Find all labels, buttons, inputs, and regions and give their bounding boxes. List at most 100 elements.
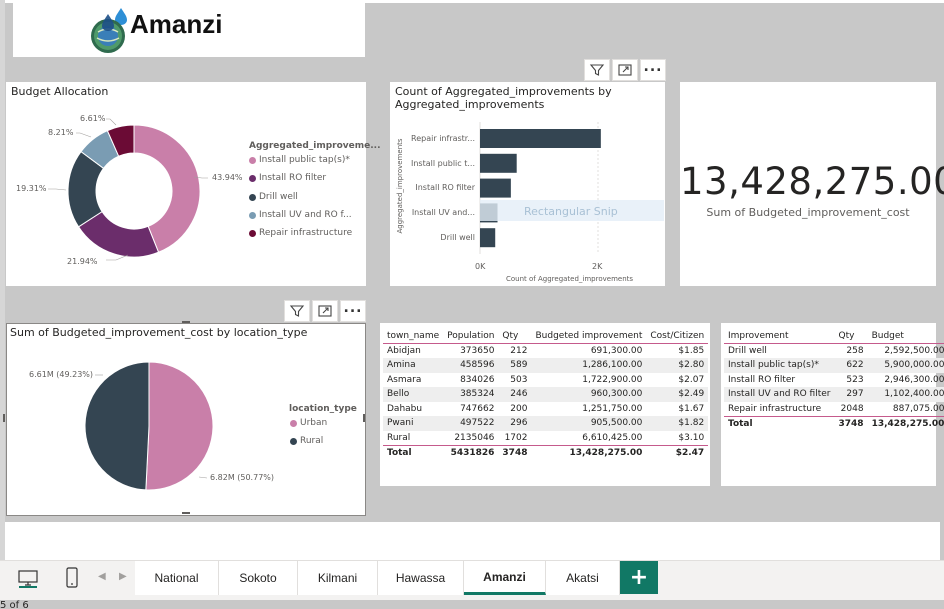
column-header[interactable]: Qty	[498, 329, 532, 344]
legend-label: Rural	[300, 436, 324, 446]
cell: Install UV and RO filter	[724, 387, 835, 402]
column-header[interactable]: Qty	[834, 329, 868, 344]
legend-item[interactable]: Install UV and RO f...	[249, 210, 352, 220]
bar[interactable]	[480, 153, 517, 173]
bar[interactable]	[480, 228, 496, 248]
cell: 13,428,275.00	[867, 415, 944, 431]
cell: $2.07	[678, 374, 705, 385]
improvement-table: Improvement Qty Budget Drill well 258 2,59…	[724, 329, 944, 431]
desktop-layout-icon[interactable]	[14, 565, 42, 591]
table-row[interactable]: Pwani 497522 296 905,500.00 $1.82	[383, 416, 709, 431]
kpi-value: 13,428,275.00	[680, 160, 944, 203]
table-row[interactable]: Drill well 258 2,592,500.00	[724, 344, 944, 359]
logo-title: Amanzi	[130, 9, 223, 39]
cell: Bello	[383, 387, 444, 402]
legend-item[interactable]: Urban	[290, 418, 327, 428]
cell: $2.49	[646, 387, 709, 402]
budget-pct-label: 43.94%	[212, 173, 243, 182]
bar[interactable]	[480, 129, 601, 148]
table-row[interactable]: Install UV and RO filter 297 1,102,400.00	[724, 387, 944, 402]
location-type-card[interactable]: Sum of Budgeted_improvement_cost by loca…	[3, 321, 366, 516]
bar-category-label: Install RO filter	[415, 183, 475, 192]
table-row[interactable]: Rural 2135046 1702 6,610,425.00 $3.10	[383, 431, 708, 446]
tab-scroll-left-icon[interactable]: ◀	[98, 571, 106, 582]
mobile-layout-icon[interactable]	[60, 565, 84, 591]
tab-amanzi[interactable]: Amanzi	[464, 561, 546, 595]
cell: 2,592,500.00	[884, 346, 944, 356]
cell: 523	[846, 374, 864, 385]
kpi-card[interactable]: 13,428,275.00 Sum of Budgeted_improvemen…	[680, 82, 944, 286]
cell: 905,500.00	[531, 416, 647, 431]
cell: 385324	[443, 387, 499, 402]
cell: 296	[498, 416, 532, 431]
tab-kilmani[interactable]: Kilmani	[298, 561, 378, 595]
legend-item[interactable]: Install RO filter	[249, 173, 326, 183]
table-row[interactable]: Install public tap(s)* 622 5,900,000.00	[724, 358, 944, 373]
more-options-icon[interactable]: ...	[340, 300, 366, 322]
add-page-button[interactable]: +	[620, 561, 658, 594]
focus-mode-icon[interactable]	[612, 59, 638, 81]
table-row[interactable]: Asmara 834026 503 1,722,900.00 $2.07	[383, 373, 708, 388]
resize-handle[interactable]	[182, 321, 190, 323]
column-header[interactable]: Improvement	[724, 329, 835, 344]
legend-item[interactable]: Install public tap(s)*	[249, 155, 350, 165]
table-row[interactable]: Amina 458596 589 1,286,100.00 $2.80	[383, 358, 709, 373]
pie-slice[interactable]	[145, 361, 214, 491]
column-header[interactable]: Budget	[867, 329, 944, 344]
tab-sokoto[interactable]: Sokoto	[219, 561, 298, 595]
report-canvas: Amanzi ... Budget Allocation 43.94% 21.9…	[0, 0, 944, 560]
bar-category-label: Repair infrastr...	[411, 134, 475, 143]
cell: 297	[834, 387, 868, 402]
budget-donut-chart[interactable]	[6, 82, 366, 286]
cell: 200	[510, 403, 528, 414]
column-header[interactable]: Budgeted improvement	[531, 329, 647, 344]
resize-handle[interactable]	[182, 512, 190, 514]
resize-handle[interactable]	[3, 414, 5, 422]
cell: Asmara	[387, 374, 422, 385]
tab-national[interactable]: National	[135, 561, 219, 595]
legend-dot	[249, 174, 256, 182]
table-row[interactable]: Install RO filter 523 2,946,300.00	[724, 373, 944, 388]
column-header[interactable]: Population	[443, 329, 499, 344]
focus-mode-icon[interactable]	[312, 300, 338, 322]
legend-item[interactable]: Drill well	[249, 192, 298, 202]
cell: 212	[510, 346, 528, 356]
table-row[interactable]: Bello 385324 246 960,300.00 $2.49	[383, 387, 709, 402]
legend-item[interactable]: Repair infrastructure	[249, 228, 352, 238]
legend-item[interactable]: Rural	[290, 436, 323, 446]
budget-pct-label: 19.31%	[16, 184, 47, 193]
location-pct-label: 6.82M (50.77%)	[210, 473, 275, 482]
x-tick-label: 2K	[592, 262, 603, 271]
column-header[interactable]: town_name	[383, 329, 444, 344]
town-table-card[interactable]: town_name Population Qty Budgeted improv…	[380, 323, 710, 486]
cell: 458596	[443, 358, 499, 373]
tab-akatsi[interactable]: Akatsi	[546, 561, 620, 595]
legend-dot	[290, 419, 297, 427]
tab-hawassa[interactable]: Hawassa	[378, 561, 464, 595]
column-header[interactable]: Cost/Citizen	[646, 329, 709, 344]
budget-allocation-card[interactable]: Budget Allocation 43.94% 21.94% 19.31% 8…	[6, 82, 381, 286]
cell: 747662	[460, 403, 495, 414]
filter-icon[interactable]	[284, 300, 310, 322]
cell: 589	[498, 358, 532, 373]
snip-overlay-label: Rectangular Snip	[524, 205, 618, 218]
filter-icon[interactable]	[584, 59, 610, 81]
improvement-count-card[interactable]: Count of Aggregated_improvements by Aggr…	[390, 82, 665, 286]
legend-label: Install UV and RO f...	[259, 210, 352, 220]
bar-category-label: Install UV and...	[411, 208, 475, 217]
budget-pct-label: 21.94%	[67, 257, 98, 266]
table-row[interactable]: Dahabu 747662 200 1,251,750.00 $1.67	[383, 402, 708, 417]
cell: Install RO filter	[728, 374, 796, 385]
resize-handle[interactable]	[363, 414, 365, 422]
table-header-row: Improvement Qty Budget	[724, 329, 944, 344]
cell: Dahabu	[387, 403, 423, 414]
improvement-table-card[interactable]: Improvement Qty Budget Drill well 258 2,59…	[721, 323, 944, 486]
cell: Total	[383, 444, 444, 460]
table-row[interactable]: Repair infrastructure 2048 887,075.00	[724, 402, 944, 417]
tab-scroll-right-icon[interactable]: ▶	[119, 571, 127, 582]
pie-slice[interactable]	[84, 361, 150, 491]
table-row[interactable]: Abidjan 373650 212 691,300.00 $1.85	[383, 344, 708, 359]
more-options-icon[interactable]: ...	[640, 59, 666, 81]
bar[interactable]	[480, 178, 511, 198]
legend-dot	[249, 193, 256, 201]
